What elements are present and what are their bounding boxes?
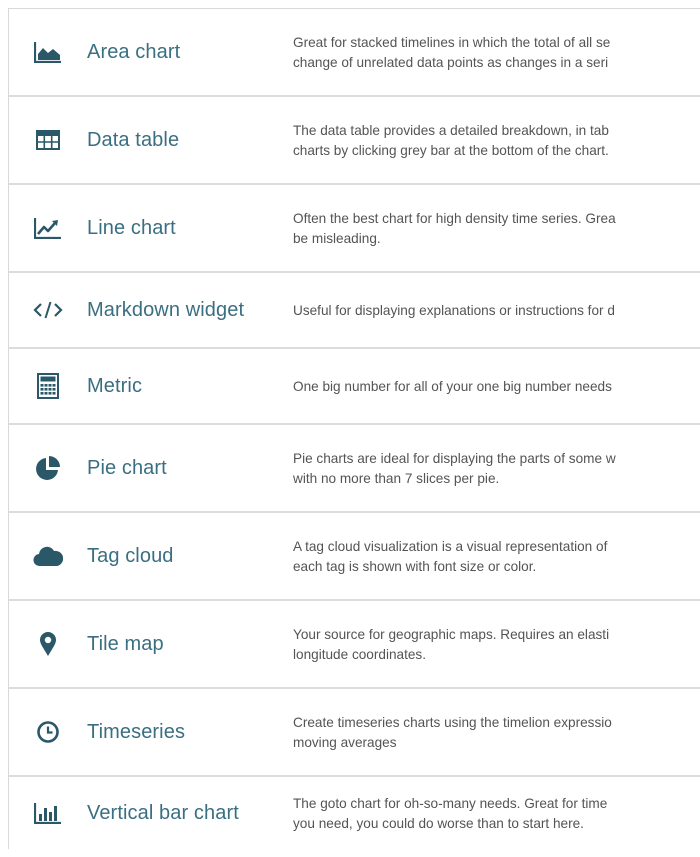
vis-type-name: Timeseries: [87, 720, 186, 743]
vis-type-description: One big number for all of your one big n…: [293, 379, 612, 394]
vis-type-name: Area chart: [87, 40, 181, 63]
vis-type-tile-map[interactable]: Tile map Your source for geographic maps…: [8, 601, 700, 689]
bar-chart-icon: [9, 802, 87, 824]
vis-type-timeseries[interactable]: Timeseries Create timeseries charts usin…: [8, 689, 700, 777]
map-marker-icon: [9, 631, 87, 657]
area-chart-icon: [9, 41, 87, 63]
vis-type-vertical-bar-chart[interactable]: Vertical bar chart The goto chart for oh…: [8, 777, 700, 849]
vis-type-name: Tile map: [87, 632, 164, 655]
vis-type-name: Pie chart: [87, 456, 167, 479]
vis-type-area-chart[interactable]: Area chart Great for stacked timelines i…: [8, 9, 700, 97]
table-icon: [9, 130, 87, 150]
vis-type-pie-chart[interactable]: Pie chart Pie charts are ideal for displ…: [8, 425, 700, 513]
clock-icon: [9, 720, 87, 744]
vis-type-description: Pie charts are ideal for displaying the …: [293, 451, 616, 486]
pie-chart-icon: [9, 455, 87, 481]
vis-type-data-table[interactable]: Data table The data table provides a det…: [8, 97, 700, 185]
line-chart-icon: [9, 217, 87, 239]
vis-type-name: Metric: [87, 374, 143, 397]
vis-type-name: Data table: [87, 128, 180, 151]
vis-type-description: Your source for geographic maps. Require…: [293, 627, 610, 662]
vis-type-description: The data table provides a detailed break…: [293, 123, 609, 158]
vis-type-tag-cloud[interactable]: Tag cloud A tag cloud visualization is a…: [8, 513, 700, 601]
vis-type-description: A tag cloud visualization is a visual re…: [293, 539, 608, 574]
cloud-icon: [9, 545, 87, 567]
vis-type-name: Tag cloud: [87, 544, 174, 567]
calculator-icon: [9, 373, 87, 399]
visualization-type-list: Area chart Great for stacked timelines i…: [8, 8, 700, 849]
vis-type-description: Create timeseries charts using the timel…: [293, 715, 612, 750]
vis-type-name: Line chart: [87, 216, 176, 239]
vis-type-name: Vertical bar chart: [87, 801, 239, 824]
vis-type-name: Markdown widget: [87, 298, 245, 321]
vis-type-line-chart[interactable]: Line chart Often the best chart for high…: [8, 185, 700, 273]
vis-type-description: Often the best chart for high density ti…: [293, 211, 616, 246]
vis-type-description: Useful for displaying explanations or in…: [293, 303, 615, 318]
vis-type-description: Great for stacked timelines in which the…: [293, 35, 611, 70]
code-icon: [9, 300, 87, 320]
vis-type-metric[interactable]: Metric One big number for all of your on…: [8, 349, 700, 425]
vis-type-description: The goto chart for oh-so-many needs. Gre…: [293, 796, 608, 831]
vis-type-markdown-widget[interactable]: Markdown widget Useful for displaying ex…: [8, 273, 700, 349]
